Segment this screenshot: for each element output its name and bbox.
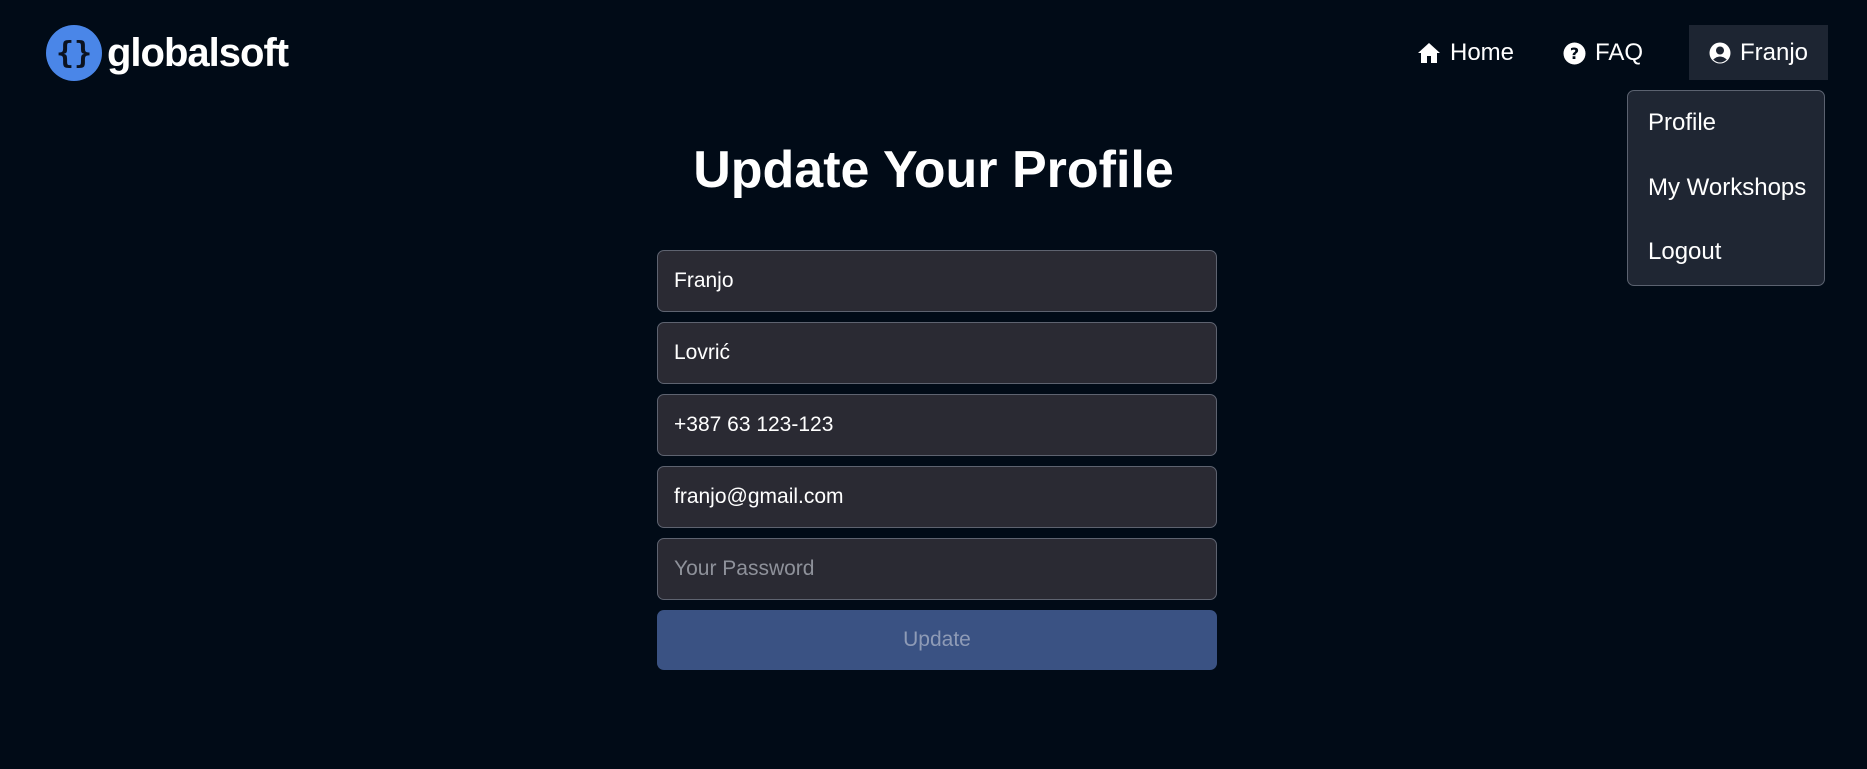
brand-name: globalsoft <box>107 30 289 75</box>
brand[interactable]: {} globalsoft <box>46 25 289 81</box>
navbar: {} globalsoft Home ? FAQ Franjo <box>0 0 1867 100</box>
nav-faq-label: FAQ <box>1595 39 1644 66</box>
first-name-input[interactable] <box>657 250 1217 312</box>
phone-input[interactable] <box>657 394 1217 456</box>
question-circle-icon: ? <box>1563 42 1586 65</box>
user-menu-toggle[interactable]: Franjo <box>1689 25 1828 80</box>
svg-text:{}: {} <box>56 36 92 71</box>
dropdown-item-logout[interactable]: Logout <box>1648 238 1721 266</box>
email-input[interactable] <box>657 466 1217 528</box>
svg-text:?: ? <box>1570 44 1579 63</box>
user-circle-icon <box>1709 42 1731 64</box>
dropdown-item-profile[interactable]: Profile <box>1648 109 1716 137</box>
user-menu-label: Franjo <box>1739 38 1809 66</box>
curly-braces-icon: {} <box>46 25 102 81</box>
page-title: Update Your Profile <box>693 141 1174 199</box>
nav-home-label: Home <box>1450 39 1515 66</box>
nav-home-link[interactable]: Home <box>1417 25 1514 81</box>
password-input[interactable] <box>657 538 1217 600</box>
nav-faq-link[interactable]: ? FAQ <box>1563 25 1643 81</box>
home-icon <box>1417 42 1441 64</box>
update-button[interactable]: Update <box>657 610 1217 670</box>
last-name-input[interactable] <box>657 322 1217 384</box>
